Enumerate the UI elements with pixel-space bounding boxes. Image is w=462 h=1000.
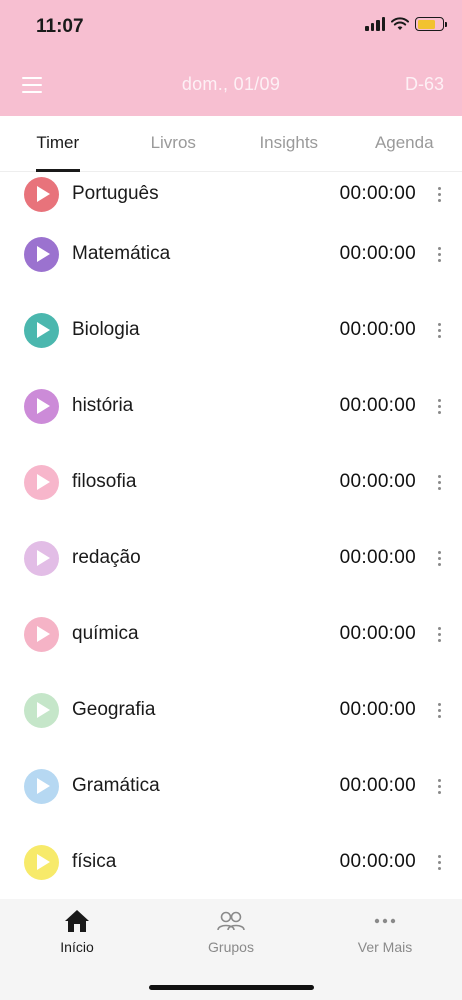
play-button-icon[interactable] — [24, 236, 59, 272]
subject-timer: 00:00:00 — [339, 243, 416, 264]
subject-row[interactable]: Português 00:00:00 — [0, 172, 462, 216]
play-button-icon[interactable] — [24, 176, 59, 212]
subject-timer: 00:00:00 — [339, 183, 416, 204]
play-button-icon[interactable] — [24, 616, 59, 652]
subject-name: Geografia — [72, 699, 156, 720]
group-icon — [217, 911, 245, 931]
subject-row[interactable]: redação 00:00:00 — [0, 520, 462, 596]
tab-agenda[interactable]: Agenda — [347, 116, 462, 171]
subject-timer: 00:00:00 — [339, 775, 416, 796]
subject-row[interactable]: física 00:00:00 — [0, 824, 462, 900]
wifi-icon — [391, 17, 409, 30]
subject-timer: 00:00:00 — [339, 319, 416, 340]
subject-name: redação — [72, 547, 141, 568]
play-button-icon[interactable] — [24, 464, 59, 500]
signal-icon — [365, 17, 385, 31]
more-options-icon[interactable] — [432, 850, 446, 874]
subject-row[interactable]: filosofia 00:00:00 — [0, 444, 462, 520]
subject-timer: 00:00:00 — [339, 395, 416, 416]
tab-insights[interactable]: Insights — [231, 116, 347, 171]
subject-name: Biologia — [72, 319, 140, 340]
subject-row[interactable]: Biologia 00:00:00 — [0, 292, 462, 368]
more-options-icon[interactable] — [432, 242, 446, 266]
subject-timer: 00:00:00 — [339, 699, 416, 720]
nav-ver-mais[interactable]: Ver Mais — [325, 907, 445, 955]
play-button-icon[interactable] — [24, 312, 59, 348]
more-options-icon[interactable] — [432, 774, 446, 798]
nav-inicio[interactable]: Início — [17, 907, 137, 955]
more-horizontal-icon — [374, 918, 396, 924]
play-button-icon[interactable] — [24, 692, 59, 728]
play-button-icon[interactable] — [24, 388, 59, 424]
more-options-icon[interactable] — [432, 470, 446, 494]
subject-timer: 00:00:00 — [339, 547, 416, 568]
play-button-icon[interactable] — [24, 540, 59, 576]
play-button-icon[interactable] — [24, 768, 59, 804]
more-options-icon[interactable] — [432, 182, 446, 206]
more-options-icon[interactable] — [432, 318, 446, 342]
subject-timer: 00:00:00 — [339, 623, 416, 644]
subject-row[interactable]: Matemática 00:00:00 — [0, 216, 462, 292]
nav-label-inicio: Início — [60, 939, 94, 955]
nav-grupos[interactable]: Grupos — [171, 907, 291, 955]
subject-row[interactable]: história 00:00:00 — [0, 368, 462, 444]
nav-label-ver-mais: Ver Mais — [357, 939, 413, 955]
app-header: 11:07 dom., 01/09 D-63 — [0, 0, 462, 116]
play-button-icon[interactable] — [24, 844, 59, 880]
nav-label-grupos: Grupos — [208, 939, 254, 955]
subject-row[interactable]: química 00:00:00 — [0, 596, 462, 672]
subject-name: Gramática — [72, 775, 160, 796]
status-time: 11:07 — [36, 16, 84, 37]
subject-list: Português 00:00:00 Matemática 00:00:00 B… — [0, 172, 462, 900]
subject-name: filosofia — [72, 471, 137, 492]
tab-livros[interactable]: Livros — [116, 116, 232, 171]
more-options-icon[interactable] — [432, 546, 446, 570]
subject-row[interactable]: Geografia 00:00:00 — [0, 672, 462, 748]
subject-name: história — [72, 395, 134, 416]
home-indicator — [149, 985, 314, 990]
subject-name: física — [72, 851, 117, 872]
subject-timer: 00:00:00 — [339, 471, 416, 492]
more-options-icon[interactable] — [432, 698, 446, 722]
more-options-icon[interactable] — [432, 394, 446, 418]
tab-timer[interactable]: Timer — [0, 116, 116, 172]
header-date[interactable]: dom., 01/09 — [0, 74, 462, 95]
subject-name: Português — [72, 183, 159, 204]
status-icons — [365, 17, 447, 31]
dday-counter[interactable]: D-63 — [405, 74, 444, 95]
top-tabs: Timer Livros Insights Agenda — [0, 116, 462, 172]
home-icon — [65, 910, 89, 932]
subject-name: química — [72, 623, 139, 644]
battery-icon — [415, 17, 447, 31]
subject-name: Matemática — [72, 243, 171, 264]
subject-timer: 00:00:00 — [339, 851, 416, 872]
subject-row[interactable]: Gramática 00:00:00 — [0, 748, 462, 824]
more-options-icon[interactable] — [432, 622, 446, 646]
